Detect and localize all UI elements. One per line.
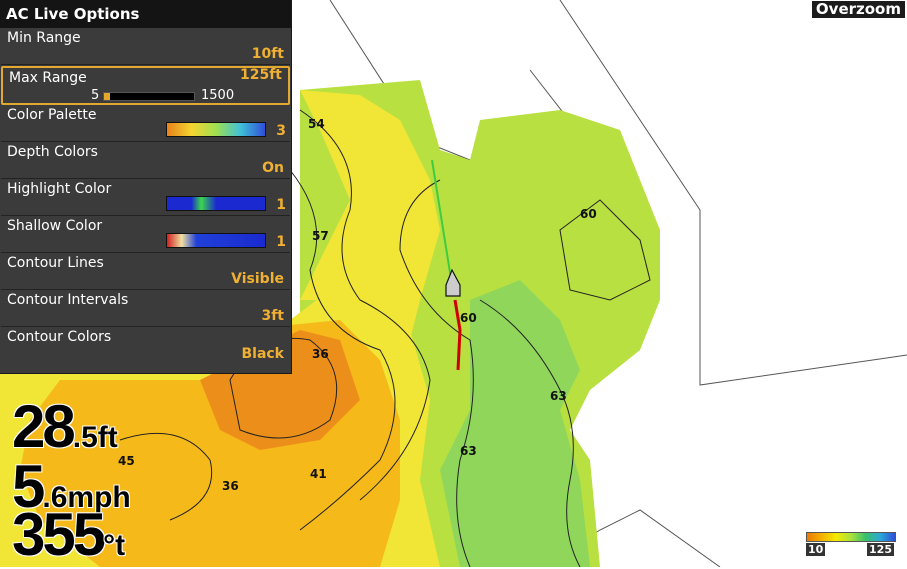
slider-min: 5 [91, 88, 100, 103]
legend-min: 10 [806, 543, 826, 556]
option-label: Contour Lines [7, 255, 104, 271]
option-contour-intervals[interactable]: Contour Intervals 3ft [1, 290, 290, 327]
max-range-slider[interactable]: 5 1500 [91, 88, 291, 103]
contour-label: 63 [550, 389, 567, 403]
depth-value: 28 [12, 393, 76, 460]
contour-label: 54 [308, 117, 325, 131]
option-value: 125ft [239, 67, 282, 83]
option-label: Contour Intervals [7, 292, 129, 308]
highlight-swatch-icon [166, 196, 266, 211]
option-label: Min Range [7, 30, 81, 46]
option-label: Shallow Color [7, 218, 103, 234]
contour-label: 60 [580, 207, 597, 221]
contour-label: 36 [222, 479, 239, 493]
option-value: 1 [276, 234, 286, 250]
option-value: 10ft [251, 46, 284, 62]
option-value: Black [241, 346, 284, 362]
option-label: Color Palette [7, 107, 97, 123]
option-min-range[interactable]: Min Range 10ft [1, 28, 290, 65]
option-shallow-color[interactable]: Shallow Color 1 [1, 216, 290, 253]
legend-gradient [806, 532, 896, 542]
option-max-range[interactable]: Max Range 125ft 5 1500 [1, 66, 290, 105]
slider-fill [104, 93, 110, 100]
option-value: 3ft [261, 308, 284, 324]
option-label: Highlight Color [7, 181, 112, 197]
option-highlight-color[interactable]: Highlight Color 1 [1, 179, 290, 216]
option-depth-colors[interactable]: Depth Colors On [1, 142, 290, 179]
menu-title: AC Live Options [0, 0, 291, 28]
palette-icon [166, 122, 266, 137]
slider-max: 1500 [201, 88, 235, 103]
contour-label: 57 [312, 229, 329, 243]
option-color-palette[interactable]: Color Palette 3 [1, 105, 290, 142]
overzoom-badge: Overzoom [811, 1, 905, 18]
option-contour-colors[interactable]: Contour Colors Black [1, 327, 290, 364]
heading-unit: °t [103, 529, 126, 562]
slider-track[interactable] [103, 92, 195, 101]
option-label: Max Range [9, 70, 87, 86]
ac-live-options-menu: AC Live Options Min Range 10ft Max Range… [0, 0, 292, 374]
contour-label: 41 [310, 467, 327, 481]
heading-value: 355 [12, 501, 106, 568]
depth-decimal: .5 [72, 421, 98, 454]
heading-readout: 355°t [12, 500, 125, 569]
contour-label: 60 [460, 311, 477, 325]
option-value: On [262, 160, 284, 176]
contour-label: 63 [460, 444, 477, 458]
option-label: Depth Colors [7, 144, 98, 160]
option-value: Visible [231, 271, 284, 287]
shallow-swatch-icon [166, 233, 266, 248]
option-contour-lines[interactable]: Contour Lines Visible [1, 253, 290, 290]
contour-label: 36 [312, 347, 329, 361]
depth-readout: 28.5ft [12, 392, 118, 461]
depth-color-legend: 10 125 [806, 532, 896, 556]
legend-max: 125 [867, 543, 894, 556]
option-label: Contour Colors [7, 329, 112, 345]
depth-unit: ft [97, 421, 118, 454]
option-value: 3 [276, 123, 286, 139]
option-value: 1 [276, 197, 286, 213]
